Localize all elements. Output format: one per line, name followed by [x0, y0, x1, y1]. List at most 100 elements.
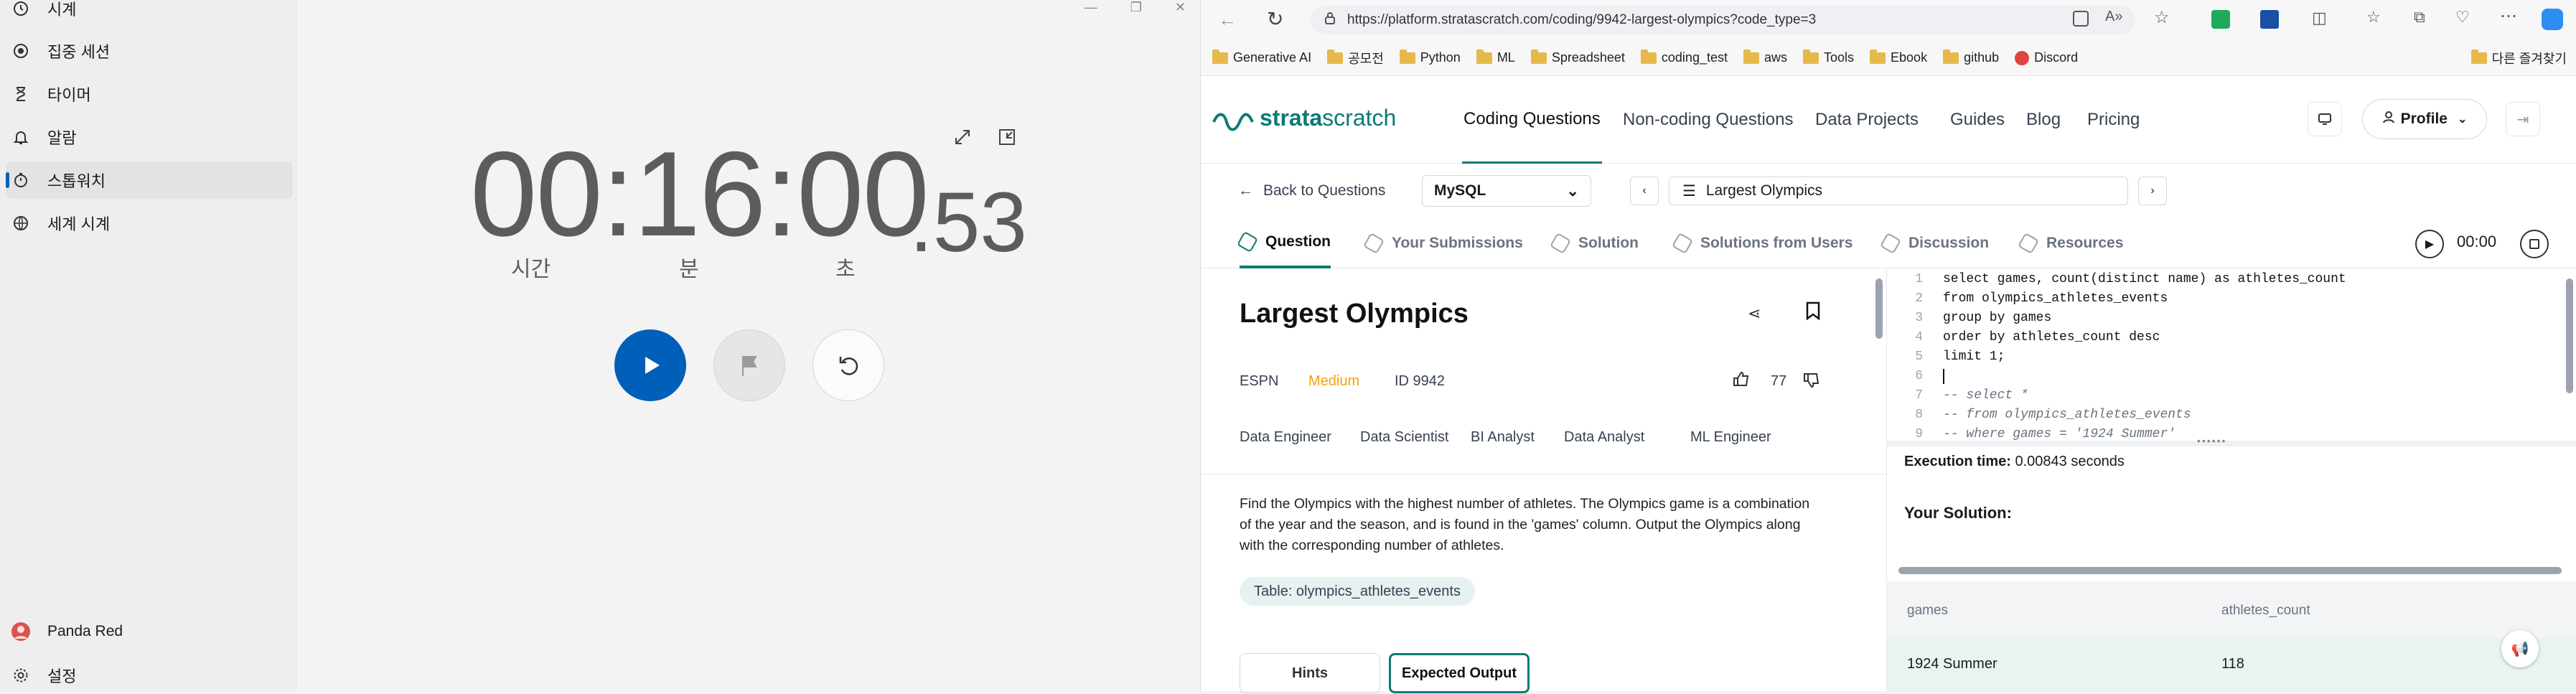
- bookmark-folder[interactable]: Generative AI: [1212, 49, 1311, 65]
- like-icon[interactable]: [1732, 370, 1751, 393]
- back-to-questions-link[interactable]: ← Back to Questions: [1238, 177, 1385, 205]
- bookmark-folder[interactable]: ML: [1476, 49, 1515, 65]
- logout-icon: ⇥: [2516, 111, 2529, 128]
- nav-blog[interactable]: Blog: [2026, 76, 2061, 164]
- bookmark-icon[interactable]: [1805, 301, 1821, 324]
- tab-solutions-from-users[interactable]: Solutions from Users: [1671, 218, 1853, 268]
- sidebar-item-stopwatch[interactable]: 스톱워치: [6, 161, 293, 199]
- tab-label: Solution: [1578, 235, 1639, 251]
- feedback-button[interactable]: 📢: [2501, 630, 2539, 667]
- bookmark-folder[interactable]: aws: [1743, 49, 1787, 65]
- sidebar-item-world-clock[interactable]: 세계 시계: [6, 205, 293, 242]
- reset-icon: [839, 357, 858, 375]
- favorite-star-icon[interactable]: ☆: [2154, 7, 2170, 28]
- play-icon: ▶: [2425, 238, 2435, 250]
- cube-icon: [1362, 232, 1385, 255]
- bookmark-folder[interactable]: Python: [1399, 49, 1461, 65]
- next-question-button[interactable]: ›: [2138, 177, 2167, 205]
- reset-button[interactable]: [812, 329, 884, 401]
- site-logo[interactable]: strata scratch: [1211, 103, 1396, 132]
- maximize-icon[interactable]: ❐: [1130, 0, 1142, 17]
- cube-icon: [1236, 230, 1259, 253]
- bookmark-discord[interactable]: Discord: [2015, 50, 2078, 65]
- nav-data-projects[interactable]: Data Projects: [1815, 76, 1919, 164]
- nav-pricing[interactable]: Pricing: [2087, 76, 2140, 164]
- code-editor[interactable]: 1 select games, count(distinct name) as a…: [1887, 268, 2576, 441]
- scrollbar[interactable]: [1875, 278, 1883, 339]
- other-bookmarks[interactable]: 다른 즐겨찾기: [2470, 49, 2567, 67]
- language-select[interactable]: MySQL ⌄: [1422, 175, 1591, 207]
- megaphone-icon: 📢: [2511, 641, 2529, 657]
- split-screen-icon[interactable]: ◫: [2312, 9, 2327, 27]
- sidebar-item-timer[interactable]: 타이머: [6, 75, 293, 113]
- question-selector[interactable]: ☰ Largest Olympics: [1669, 177, 2128, 205]
- back-label: Back to Questions: [1263, 182, 1386, 199]
- pdf-extension-icon[interactable]: [2260, 10, 2279, 29]
- table-badge[interactable]: Table: olympics_athletes_events: [1240, 577, 1475, 606]
- hints-button[interactable]: Hints: [1240, 653, 1380, 693]
- minimize-icon[interactable]: —: [1085, 0, 1097, 17]
- folder-icon: [1399, 49, 1415, 64]
- stopwatch-icon: [10, 169, 32, 191]
- copilot-icon[interactable]: [2542, 9, 2563, 30]
- start-button[interactable]: [614, 329, 686, 401]
- sidebar-item-settings[interactable]: 설정: [6, 657, 293, 694]
- bookmarks-bar: Generative AI 공모전 Python ML Spreadsheet …: [1201, 40, 2576, 76]
- horizontal-scrollbar[interactable]: [1898, 567, 2562, 574]
- timer-stop-button[interactable]: [2520, 230, 2549, 258]
- dislike-icon[interactable]: [1802, 370, 1821, 393]
- extension-icon[interactable]: [2211, 10, 2230, 29]
- line-number: 6: [1915, 369, 1923, 383]
- prev-question-button[interactable]: ‹: [1630, 177, 1659, 205]
- refresh-icon[interactable]: ↻: [1267, 7, 1283, 31]
- pane-resize-handle[interactable]: ••••••: [1887, 435, 2576, 446]
- tab-resources[interactable]: Resources: [2017, 218, 2123, 268]
- bookmark-folder[interactable]: github: [1943, 49, 1999, 65]
- flag-icon: [742, 356, 757, 376]
- lap-button[interactable]: [713, 329, 785, 401]
- bookmark-folder[interactable]: Spreadsheet: [1530, 49, 1625, 65]
- close-icon[interactable]: ✕: [1175, 0, 1186, 17]
- profile-button[interactable]: Profile ⌄: [2362, 99, 2487, 139]
- favorites-icon[interactable]: ☆: [2366, 8, 2381, 27]
- nav-coding-questions[interactable]: Coding Questions: [1462, 76, 1602, 164]
- tab-your-submissions[interactable]: Your Submissions: [1362, 218, 1523, 268]
- bell-icon: [10, 126, 32, 148]
- line-number: 5: [1915, 350, 1923, 364]
- read-aloud-icon[interactable]: A»: [2105, 9, 2122, 25]
- logout-button[interactable]: ⇥: [2506, 102, 2540, 136]
- sidebar-item-focus[interactable]: 집중 세션: [6, 32, 293, 70]
- nav-non-coding-questions[interactable]: Non-coding Questions: [1623, 76, 1793, 164]
- folder-icon: [1943, 49, 1959, 64]
- expected-output-button[interactable]: Expected Output: [1389, 653, 1530, 693]
- bookmark-folder[interactable]: 공모전: [1327, 49, 1384, 67]
- collections-icon[interactable]: ⧉: [2414, 8, 2425, 27]
- sidebar-item-label: 스톱워치: [47, 172, 106, 190]
- cube-icon: [1879, 232, 1902, 255]
- address-bar[interactable]: https://platform.stratascratch.com/codin…: [1310, 6, 2135, 34]
- more-menu-icon[interactable]: ⋯: [2500, 6, 2517, 27]
- browser-essentials-icon[interactable]: ♡: [2455, 8, 2470, 27]
- drag-handle-icon: ••••••: [2197, 435, 2227, 446]
- bookmark-folder[interactable]: coding_test: [1640, 49, 1728, 65]
- tab-discussion[interactable]: Discussion: [1879, 218, 1989, 268]
- app-available-icon[interactable]: [2073, 11, 2089, 27]
- execution-value: 0.00843 seconds: [2015, 454, 2125, 469]
- bookmark-folder[interactable]: Tools: [1803, 49, 1854, 65]
- back-arrow-icon[interactable]: ←: [1218, 9, 1237, 31]
- column-header: games: [1907, 603, 1949, 618]
- text-cursor: [1943, 369, 1944, 384]
- monitor-button[interactable]: [2308, 102, 2342, 136]
- tab-question[interactable]: Question: [1236, 218, 1331, 268]
- sidebar-item-alarm[interactable]: 알람: [6, 118, 293, 156]
- gear-icon: [10, 665, 32, 686]
- tab-solution[interactable]: Solution: [1549, 218, 1639, 268]
- bookmark-folder[interactable]: Ebook: [1870, 49, 1927, 65]
- share-icon[interactable]: ⋖: [1748, 304, 1761, 323]
- editor-scrollbar[interactable]: [2566, 278, 2573, 393]
- timer-play-button[interactable]: ▶: [2415, 230, 2444, 258]
- nav-guides[interactable]: Guides: [1950, 76, 2005, 164]
- sidebar-item-clock[interactable]: 시계: [6, 0, 293, 27]
- user-profile[interactable]: Panda Red: [6, 613, 293, 650]
- bookmark-label: aws: [1764, 50, 1787, 65]
